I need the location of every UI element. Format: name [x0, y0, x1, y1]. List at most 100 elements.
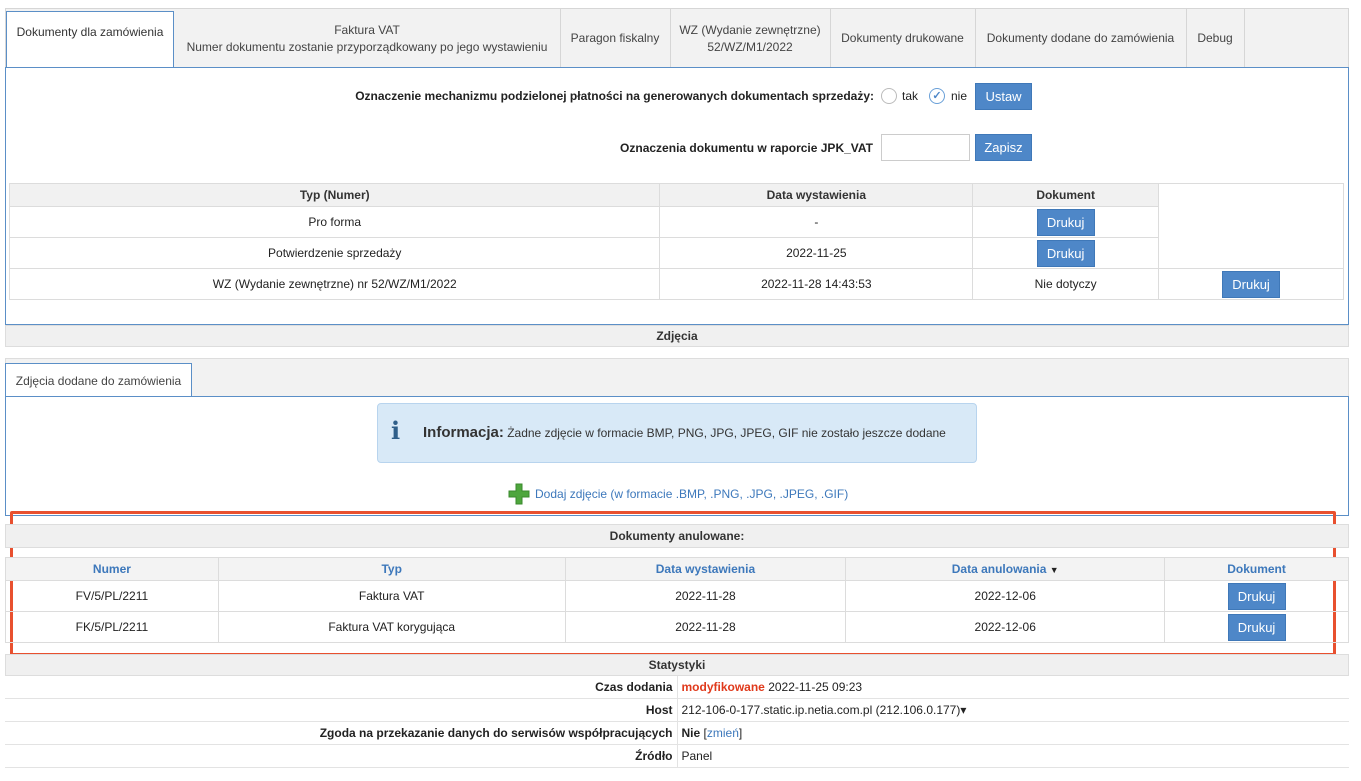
tab-label: Faktura VAT — [334, 22, 400, 37]
cell-number: FK/5/PL/2211 — [5, 611, 219, 643]
tab-receipt[interactable]: Paragon fiskalny — [560, 9, 671, 68]
info-message: Informacja: Żadne zdjęcie w formacie BMP… — [423, 424, 963, 441]
save-button[interactable]: Zapisz — [975, 134, 1032, 161]
document-tabs: Dokumenty dla zamówienia Faktura VAT Num… — [5, 8, 1349, 72]
radio-no-label: nie — [951, 89, 968, 103]
cell-document: Nie dotyczy — [972, 268, 1160, 300]
add-photo-link[interactable]: Dodaj zdjęcie (w formacie .BMP, .PNG, .J… — [508, 483, 868, 505]
cell-document: Drukuj — [1164, 580, 1349, 612]
print-button[interactable]: Drukuj — [1227, 582, 1286, 610]
tab-label: Dokumenty dodane do zamówienia — [986, 31, 1175, 45]
tab-sublabel: 52/WZ/M1/2022 — [707, 39, 793, 54]
cell-document: Drukuj — [1164, 611, 1349, 643]
table-header: Numer Typ Data wystawienia Data anulowan… — [5, 557, 1349, 581]
split-payment-label: Oznaczenie mechanizmu podzielonej płatno… — [355, 89, 874, 103]
cell-issued: 2022-11-28 — [564, 611, 847, 643]
tab-invoice[interactable]: Faktura VAT Numer dokumentu zostanie prz… — [174, 9, 561, 68]
cell-document: Drukuj — [972, 206, 1160, 238]
header-cancelled-label: Data anulowania — [951, 562, 1047, 576]
table-row: Potwierdzenie sprzedaży 2022-11-25 Druku… — [8, 237, 1344, 269]
cell-extra: Drukuj — [1158, 268, 1344, 300]
cell-type: WZ (Wydanie zewnętrzne) nr 52/WZ/M1/2022 — [8, 268, 661, 300]
modified-flag: modyfikowane — [681, 680, 765, 694]
stats-key: Czas dodania — [5, 676, 678, 699]
radio-yes[interactable] — [881, 88, 897, 104]
stats-value: Nie [zmień] — [677, 721, 1349, 745]
tab-label: Paragon fiskalny — [570, 31, 660, 45]
stats-row: Źródło Panel — [5, 744, 1349, 768]
cell-number: FV/5/PL/2211 — [5, 580, 219, 612]
photos-tabbar — [5, 358, 1349, 396]
tab-added-docs[interactable]: Dokumenty dodane do zamówienia — [975, 9, 1187, 68]
consent-value: Nie — [681, 726, 701, 740]
cell-type: Faktura VAT korygująca — [217, 611, 566, 643]
source-value: Panel — [677, 744, 1349, 768]
print-button[interactable]: Drukuj — [1227, 613, 1286, 641]
table-row: FV/5/PL/2211 Faktura VAT 2022-11-28 2022… — [5, 580, 1349, 612]
cancelled-table: Numer Typ Data wystawienia Data anulowan… — [5, 557, 1349, 643]
add-photo-text[interactable]: Dodaj zdjęcie (w formacie .BMP, .PNG, .J… — [535, 487, 848, 501]
cell-type: Pro forma — [8, 206, 661, 238]
table-row: WZ (Wydanie zewnętrzne) nr 52/WZ/M1/2022… — [8, 268, 1344, 300]
stats-row: Czas dodania modyfikowane 2022-11-25 09:… — [5, 676, 1349, 699]
cell-type: Faktura VAT — [217, 580, 566, 612]
radio-no[interactable]: ✓ — [929, 88, 945, 104]
cell-type: Potwierdzenie sprzedaży — [8, 237, 661, 269]
header-document[interactable]: Dokument — [1164, 557, 1349, 581]
host-value[interactable]: 212-106-0-177.static.ip.netia.com.pl (21… — [677, 698, 1349, 722]
header-type: Typ (Numer) — [8, 183, 661, 207]
tab-photos[interactable]: Zdjęcia dodane do zamówienia — [5, 363, 192, 397]
stats-key: Źródło — [5, 744, 678, 768]
tab-debug[interactable]: Debug — [1186, 9, 1245, 68]
header-issued[interactable]: Data wystawienia — [564, 557, 847, 581]
tab-wz[interactable]: WZ (Wydanie zewnętrzne) 52/WZ/M1/2022 — [670, 9, 831, 68]
tab-label: Dokumenty drukowane — [841, 31, 964, 45]
stats-title: Statystyki — [5, 654, 1349, 676]
tab-label: Zdjęcia dodane do zamówienia — [15, 373, 182, 388]
change-consent-link[interactable]: zmień — [707, 726, 739, 740]
table-row: Pro forma - Drukuj — [8, 206, 1344, 238]
stats-row: Host 212-106-0-177.static.ip.netia.com.p… — [5, 698, 1349, 722]
stats-row: Zgoda na przekazanie danych do serwisów … — [5, 721, 1349, 745]
stats-key: Host — [5, 698, 678, 722]
stats-key: Zgoda na przekazanie danych do serwisów … — [5, 721, 678, 745]
header-number[interactable]: Numer — [5, 557, 219, 581]
cell-date: 2022-11-28 14:43:53 — [659, 268, 974, 300]
cancelled-title: Dokumenty anulowane: — [5, 524, 1349, 548]
header-document: Dokument — [972, 183, 1160, 207]
tab-label: Debug — [1197, 31, 1233, 45]
info-icon: i — [391, 416, 401, 445]
documents-table: Typ (Numer) Data wystawienia Dokument Pr… — [8, 183, 1344, 300]
info-title: Informacja: — [423, 424, 504, 441]
cell-date: - — [659, 206, 974, 238]
sort-desc-icon: ▼ — [1049, 565, 1059, 575]
check-icon: ✓ — [932, 89, 942, 102]
cell-cancelled: 2022-12-06 — [845, 611, 1166, 643]
cell-empty — [1158, 206, 1344, 238]
cell-document: Drukuj — [972, 237, 1160, 269]
jpk-input[interactable] — [881, 134, 970, 161]
stats-table: Czas dodania modyfikowane 2022-11-25 09:… — [5, 676, 1349, 768]
table-header: Typ (Numer) Data wystawienia Dokument — [8, 183, 1344, 207]
info-box: i Informacja: Żadne zdjęcie w formacie B… — [377, 403, 977, 463]
tab-printed[interactable]: Dokumenty drukowane — [830, 9, 976, 68]
radio-yes-label: tak — [902, 89, 919, 103]
header-type[interactable]: Typ — [217, 557, 566, 581]
cell-issued: 2022-11-28 — [564, 580, 847, 612]
header-cancelled[interactable]: Data anulowania ▼ — [845, 557, 1166, 581]
header-date: Data wystawienia — [659, 183, 974, 207]
cell-empty — [1158, 237, 1344, 269]
plus-icon — [508, 483, 530, 505]
jpk-label: Oznaczenia dokumentu w raporcie JPK_VAT — [620, 141, 873, 155]
header-empty — [1158, 183, 1344, 207]
added-time: 2022-11-25 09:23 — [768, 680, 863, 694]
print-button[interactable]: Drukuj — [1036, 239, 1095, 267]
tab-label: Dokumenty dla zamówienia — [16, 25, 164, 39]
print-button[interactable]: Drukuj — [1222, 270, 1281, 298]
cell-cancelled: 2022-12-06 — [845, 580, 1166, 612]
set-button[interactable]: Ustaw — [975, 83, 1032, 110]
stats-value: modyfikowane 2022-11-25 09:23 — [677, 676, 1349, 699]
tab-sublabel: Numer dokumentu zostanie przyporządkowan… — [186, 39, 548, 54]
tab-documents[interactable]: Dokumenty dla zamówienia — [6, 11, 174, 72]
print-button[interactable]: Drukuj — [1036, 208, 1095, 236]
